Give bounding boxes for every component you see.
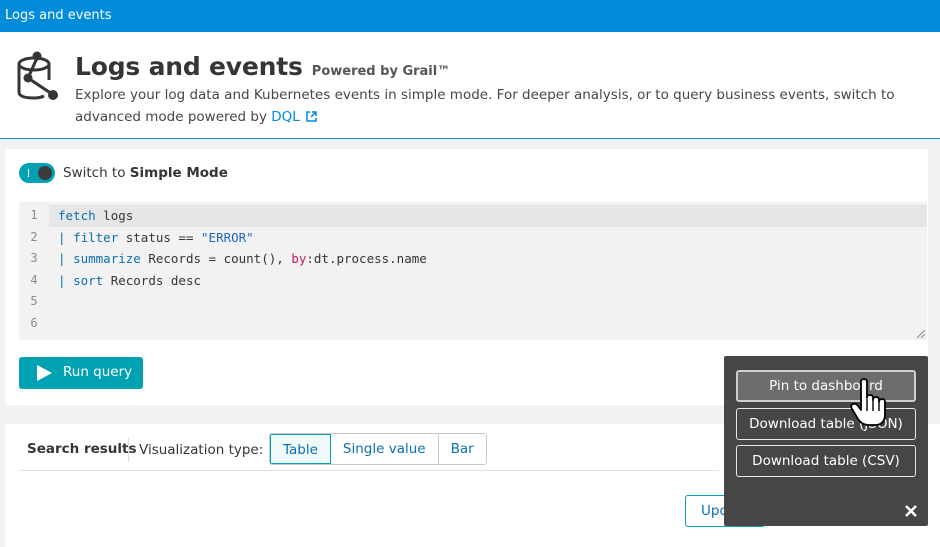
code-line: | sort Records desc [58,272,202,288]
run-query-label: Run query [63,364,133,380]
simple-mode-toggle[interactable] [19,163,55,183]
page-title: Logs and events [75,52,303,81]
play-icon [37,365,52,381]
hand-pointer-cursor-icon [850,378,886,426]
dql-code-editor[interactable]: 1 2 3 4 5 6 fetch logs | filter status =… [19,202,927,340]
divider [19,470,719,471]
page-header: Logs and events Powered by Grail™ Explor… [0,32,940,139]
line-number: 4 [30,272,38,287]
search-results-heading: Search results [27,441,137,457]
visualization-type-selector: Table Single value Bar [269,433,487,465]
line-number: 6 [30,315,38,330]
dql-link-label: DQL [271,109,300,125]
code-line: | summarize Records = count(), by:dt.pro… [58,251,427,266]
actions-popup-menu: Pin to dashboard Download table (JSON) D… [724,356,928,526]
toggle-label-prefix: Switch to [63,165,130,181]
page-title-row: Logs and events Powered by Grail™ [75,52,450,81]
logs-events-app-icon [17,51,58,100]
divider [128,438,129,462]
viz-option-bar[interactable]: Bar [439,434,486,464]
visualization-type-label: Visualization type: [139,442,264,458]
app-title-bar: Logs and events [0,0,940,32]
dql-link[interactable]: DQL [271,109,317,125]
description-text: Explore your log data and Kubernetes eve… [75,87,895,125]
line-number-gutter: 1 2 3 4 5 6 [19,205,49,334]
code-line: fetch logs [49,205,927,227]
line-number: 1 [30,208,38,222]
line-number: 3 [30,251,38,265]
close-icon[interactable] [904,504,918,518]
run-query-button[interactable]: Run query [19,357,143,389]
viz-option-table[interactable]: Table [270,434,331,464]
viz-option-single-value[interactable]: Single value [331,434,439,464]
external-link-icon [306,111,317,122]
pin-to-dashboard-button[interactable]: Pin to dashboard [736,370,916,402]
resize-handle-icon[interactable] [917,330,925,338]
toggle-knob [38,166,52,180]
download-csv-button[interactable]: Download table (CSV) [736,445,916,477]
code-lines: fetch logs | filter status == "ERROR" | … [49,205,927,334]
toggle-label-mode: Simple Mode [129,165,228,181]
page-description: Explore your log data and Kubernetes eve… [75,84,925,128]
powered-by-label: Powered by Grail™ [311,64,451,79]
code-line: | filter status == "ERROR" [58,229,254,245]
toggle-on-mark [28,169,29,177]
download-json-button[interactable]: Download table (JSON) [736,408,916,440]
app-title: Logs and events [5,8,112,23]
line-number: 2 [30,229,38,244]
simple-mode-toggle-label: Switch to Simple Mode [63,165,228,181]
line-number: 5 [30,294,38,308]
